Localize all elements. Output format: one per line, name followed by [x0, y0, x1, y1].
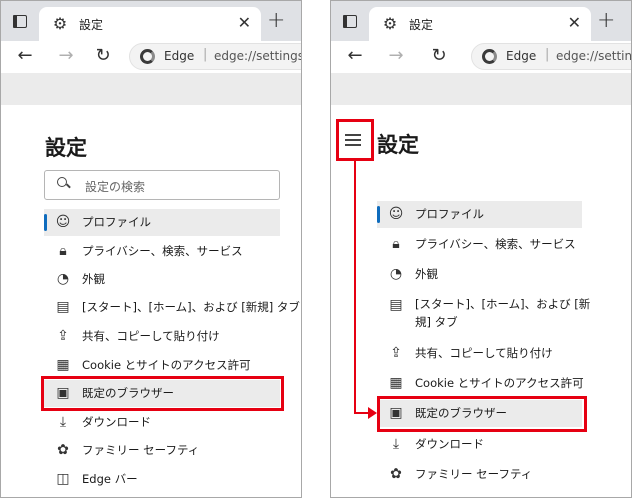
highlight-default-browser-right — [377, 396, 587, 432]
nav-item-label: ダウンロード — [415, 437, 484, 451]
nav-item-appearance[interactable]: ◔ 外観 — [44, 266, 280, 293]
toolbar: ← → ↻ Edge | edge://settin — [331, 41, 631, 73]
selected-indicator — [377, 206, 380, 223]
highlight-default-browser-left — [41, 376, 284, 411]
nav-item-start-home-newtab[interactable]: ▤ [スタート]、[ホーム]、および [新 規] タブ — [377, 292, 590, 336]
new-tab-button[interactable]: + — [267, 8, 285, 33]
nav-item-start-home-newtab[interactable]: ▤ [スタート]、[ホーム]、および [新規] タブ — [44, 294, 300, 321]
nav-item-privacy[interactable]: 🔒︎ プライバシー、検索、サービス — [377, 231, 582, 258]
address-separator: | — [203, 47, 208, 62]
search-placeholder: 設定の検索 — [85, 180, 146, 194]
address-separator: | — [545, 47, 550, 62]
nav-item-label: プライバシー、検索、サービス — [415, 237, 576, 251]
close-icon[interactable]: ✕ — [568, 13, 581, 32]
nav-item-label: ファミリー セーフティ — [82, 443, 200, 457]
page-header-strip — [1, 73, 301, 105]
palette-icon: ◔ — [56, 271, 70, 287]
forward-button[interactable]: → — [384, 44, 408, 68]
settings-title: 設定 — [45, 136, 87, 160]
site-name: Edge — [506, 49, 537, 63]
family-icon: ✿ — [57, 442, 69, 458]
address-url: edge://settin — [556, 49, 632, 63]
tab-title: 設定 — [409, 18, 434, 32]
annotation-arrow-line — [354, 160, 356, 414]
address-bar[interactable]: Edge | edge://settings/ — [129, 43, 302, 70]
nav-item-label: Cookie とサイトのアクセス許可 — [82, 358, 251, 372]
search-icon — [57, 177, 71, 191]
nav-item-label: Cookie とサイトのアクセス許可 — [415, 376, 584, 390]
refresh-button[interactable]: ↻ — [427, 44, 451, 68]
settings-title: 設定 — [377, 133, 419, 157]
nav-item-label: 外観 — [82, 272, 105, 286]
refresh-button[interactable]: ↻ — [91, 44, 115, 68]
share-icon: ⇪ — [390, 345, 402, 361]
download-icon: ⤓ — [59, 414, 67, 430]
nav-item-share-copy-paste[interactable]: ⇪ 共有、コピーして貼り付け — [377, 340, 582, 367]
search-input[interactable]: 設定の検索 — [44, 170, 280, 200]
address-bar[interactable]: Edge | edge://settin — [471, 43, 632, 70]
nav-item-appearance[interactable]: ◔ 外観 — [377, 261, 582, 288]
nav-item-label: プライバシー、検索、サービス — [82, 244, 243, 258]
annotation-arrow-head — [368, 407, 377, 419]
site-permissions-icon: ▦ — [56, 357, 70, 373]
nav-item-share-copy-paste[interactable]: ⇪ 共有、コピーして貼り付け — [44, 323, 280, 350]
nav-item-label: ファミリー セーフティ — [415, 467, 533, 481]
nav-item-family-safety[interactable]: ✿ ファミリー セーフティ — [377, 461, 582, 488]
tab-actions-icon[interactable] — [339, 11, 361, 33]
nav-item-downloads[interactable]: ⤓ ダウンロード — [377, 431, 582, 458]
tab-bar: ⚙ 設定 ✕ + — [1, 1, 301, 41]
nav-item-privacy[interactable]: 🔒︎ プライバシー、検索、サービス — [44, 238, 280, 265]
site-permissions-icon: ▦ — [389, 375, 403, 391]
edge-logo-icon — [140, 49, 155, 64]
nav-item-profile[interactable]: ☺ プロファイル — [44, 209, 280, 236]
gear-icon: ⚙ — [382, 14, 398, 33]
nav-item-label: ダウンロード — [82, 415, 151, 429]
close-icon[interactable]: ✕ — [238, 13, 251, 32]
nav-item-label: プロファイル — [82, 215, 151, 229]
back-button[interactable]: ← — [13, 44, 37, 68]
address-url: edge://settings/ — [214, 49, 302, 63]
back-button[interactable]: ← — [343, 44, 367, 68]
edge-bar-icon: ◫ — [56, 471, 70, 487]
tab-bar: ⚙ 設定 ✕ + — [331, 1, 631, 41]
selected-indicator — [44, 214, 47, 231]
nav-item-label: [スタート]、[ホーム]、および [新規] タブ — [82, 300, 300, 314]
tab-actions-icon[interactable] — [9, 11, 31, 33]
share-icon: ⇪ — [57, 328, 69, 344]
nav-item-label: 共有、コピーして貼り付け — [415, 346, 553, 360]
page-header-strip — [331, 73, 631, 105]
profile-icon: ☺ — [388, 206, 404, 222]
lock-icon: 🔒︎ — [59, 243, 67, 259]
start-page-icon: ▤ — [389, 297, 403, 313]
new-tab-button[interactable]: + — [597, 8, 615, 33]
toolbar: ← → ↻ Edge | edge://settings/ — [1, 41, 301, 73]
nav-item-cookies-permissions[interactable]: ▦ Cookie とサイトのアクセス許可 — [44, 352, 280, 379]
site-name: Edge — [164, 49, 195, 63]
nav-item-downloads[interactable]: ⤓ ダウンロード — [44, 409, 280, 436]
gear-icon: ⚙ — [52, 14, 68, 33]
nav-item-label: 外観 — [415, 267, 438, 281]
nav-item-edge-bar[interactable]: ◫ Edge バー — [44, 466, 280, 493]
download-icon: ⤓ — [392, 436, 400, 452]
edge-logo-icon — [482, 49, 497, 64]
nav-item-label: Edge バー — [82, 472, 138, 486]
nav-item-label: 共有、コピーして貼り付け — [82, 329, 220, 343]
nav-item-cookies-permissions[interactable]: ▦ Cookie とサイトのアクセス許可 — [377, 370, 584, 397]
nav-item-label: プロファイル — [415, 207, 484, 221]
nav-item-profile[interactable]: ☺ プロファイル — [377, 201, 582, 228]
family-icon: ✿ — [390, 466, 402, 482]
tab-title: 設定 — [79, 18, 104, 32]
lock-icon: 🔒︎ — [392, 236, 400, 252]
settings-tab[interactable]: ⚙ 設定 ✕ — [369, 7, 591, 41]
nav-item-family-safety[interactable]: ✿ ファミリー セーフティ — [44, 437, 280, 464]
settings-tab[interactable]: ⚙ 設定 ✕ — [39, 7, 261, 41]
nav-item-label-line2: 規] タブ — [415, 315, 458, 329]
start-page-icon: ▤ — [56, 299, 70, 315]
nav-item-label: [スタート]、[ホーム]、および [新 — [415, 297, 591, 311]
palette-icon: ◔ — [389, 266, 403, 282]
forward-button[interactable]: → — [54, 44, 78, 68]
highlight-menu-button — [336, 119, 374, 161]
profile-icon: ☺ — [55, 214, 71, 230]
